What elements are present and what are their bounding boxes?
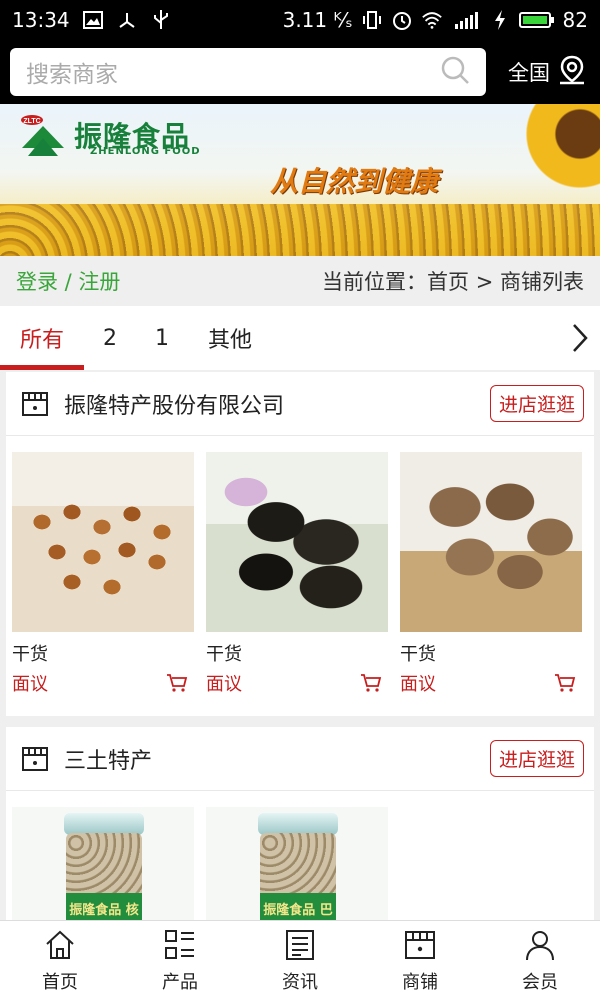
login-register-link[interactable]: 登录 / 注册: [16, 266, 120, 296]
nav-products[interactable]: 产品: [120, 921, 240, 1000]
nav-news[interactable]: 资讯: [240, 921, 360, 1000]
region-selector[interactable]: 全国: [508, 55, 590, 90]
tab-all[interactable]: 所有: [0, 306, 84, 370]
store-icon: [22, 391, 48, 416]
category-tabs: 所有 2 1 其他: [0, 306, 600, 370]
wifi-icon: [421, 9, 443, 31]
product-list: 干货 面议 干货 面议 干货 面议: [6, 436, 594, 696]
shop-icon: [405, 930, 435, 959]
store-card: 三土特产 进店逛逛 振隆食品 核桃仁 振隆食品 巴旦木（扁桃核）: [6, 727, 594, 927]
product-image[interactable]: [400, 452, 582, 632]
image-notification-icon: [82, 9, 104, 31]
enter-store-button[interactable]: 进店逛逛: [489, 740, 584, 777]
news-icon: [286, 929, 314, 960]
product-name: 干货: [206, 644, 242, 665]
tab-label: 所有: [19, 328, 64, 353]
enter-store-button[interactable]: 进店逛逛: [489, 385, 584, 422]
product-list: 振隆食品 核桃仁 振隆食品 巴旦木（扁桃核）: [6, 791, 594, 927]
user-icon: [526, 930, 554, 960]
search-placeholder: 搜索商家: [26, 62, 118, 88]
tab-2[interactable]: 2: [84, 306, 136, 370]
tab-label: 其他: [207, 328, 252, 353]
nav-label: 首页: [42, 971, 78, 993]
brand-subtitle: ZHENLONG FOOD: [90, 146, 201, 157]
charging-icon: [489, 9, 511, 31]
brand-badge: ZLTC: [23, 118, 40, 125]
network-speed: 3.11 ᴷ⁄ₛ: [282, 8, 353, 32]
vibrate-icon: [361, 9, 383, 31]
product-name: 干货: [400, 644, 436, 665]
home-icon: [46, 930, 74, 959]
cart-icon[interactable]: [166, 673, 188, 693]
store-icon: [22, 746, 48, 771]
search-icon[interactable]: [440, 55, 470, 89]
cart-icon[interactable]: [554, 673, 576, 693]
bottom-navigation: 首页 产品 资讯 商铺 会员: [0, 920, 600, 1000]
nav-label: 产品: [162, 971, 198, 993]
tab-label: 2: [103, 325, 117, 351]
tab-other[interactable]: 其他: [188, 306, 272, 370]
search-input[interactable]: 搜索商家: [10, 48, 486, 96]
product-price: 面议: [12, 674, 48, 695]
store-name[interactable]: 三土特产: [64, 743, 152, 775]
brand-mark-icon: ZLTC: [21, 115, 64, 156]
cart-icon[interactable]: [360, 673, 382, 693]
product-image[interactable]: 振隆食品 巴旦木（扁桃核）: [206, 807, 388, 927]
breadcrumb: 当前位置：首页 > 商铺列表: [322, 270, 584, 294]
almond-jar: 振隆食品 巴旦木（扁桃核）: [258, 813, 338, 927]
nav-home[interactable]: 首页: [0, 921, 120, 1000]
status-bar: 13:34 3.11 ᴷ⁄ₛ 82: [0, 0, 600, 40]
nav-member[interactable]: 会员: [480, 921, 600, 1000]
status-time: 13:34: [12, 8, 70, 32]
grid-icon: [165, 929, 194, 959]
battery-level: 82: [562, 8, 588, 32]
breadcrumb-row: 登录 / 注册 当前位置：首页 > 商铺列表: [0, 256, 600, 306]
product-item[interactable]: 干货 面议: [206, 452, 388, 696]
location-pin-icon: [558, 55, 586, 90]
product-image[interactable]: [206, 452, 388, 632]
tab-label: 1: [155, 325, 169, 351]
product-price: 面议: [400, 674, 436, 695]
tab-scroll-next[interactable]: [560, 306, 600, 370]
chevron-right-icon: [573, 324, 588, 352]
product-item[interactable]: 振隆食品 核桃仁: [12, 807, 194, 927]
signal-icon: [451, 9, 481, 31]
top-bar: 搜索商家 全国: [0, 40, 600, 104]
usb-icon: [150, 9, 172, 31]
product-item[interactable]: 干货 面议: [12, 452, 194, 696]
region-label: 全国: [508, 61, 550, 85]
sunflower-field-decoration: [0, 204, 600, 256]
alarm-icon: [391, 9, 413, 31]
banner-slogan: 从自然到健康: [270, 165, 439, 198]
store-header: 三土特产 进店逛逛: [6, 727, 594, 791]
product-image[interactable]: 振隆食品 核桃仁: [12, 807, 194, 927]
product-item[interactable]: 干货 面议: [400, 452, 582, 696]
product-name: 干货: [12, 644, 48, 665]
product-item[interactable]: 振隆食品 巴旦木（扁桃核）: [206, 807, 388, 927]
sunflower-decoration: [520, 104, 600, 194]
nav-label: 会员: [522, 971, 558, 993]
nav-shops[interactable]: 商铺: [360, 921, 480, 1000]
product-price: 面议: [206, 674, 242, 695]
store-card: 振隆特产股份有限公司 进店逛逛 干货 面议 干货 面议 干货 面议: [6, 372, 594, 716]
walnut-jar: 振隆食品 核桃仁: [64, 813, 144, 927]
product-image[interactable]: [12, 452, 194, 632]
share-icon: [116, 9, 138, 31]
promo-banner[interactable]: ZLTC 振隆食品 ZHENLONG FOOD 从自然到健康: [0, 104, 600, 256]
tab-1[interactable]: 1: [136, 306, 188, 370]
battery-icon: [518, 9, 555, 31]
nav-label: 商铺: [402, 971, 438, 993]
nav-label: 资讯: [282, 971, 318, 993]
store-header: 振隆特产股份有限公司 进店逛逛: [6, 372, 594, 436]
store-name[interactable]: 振隆特产股份有限公司: [64, 388, 284, 420]
